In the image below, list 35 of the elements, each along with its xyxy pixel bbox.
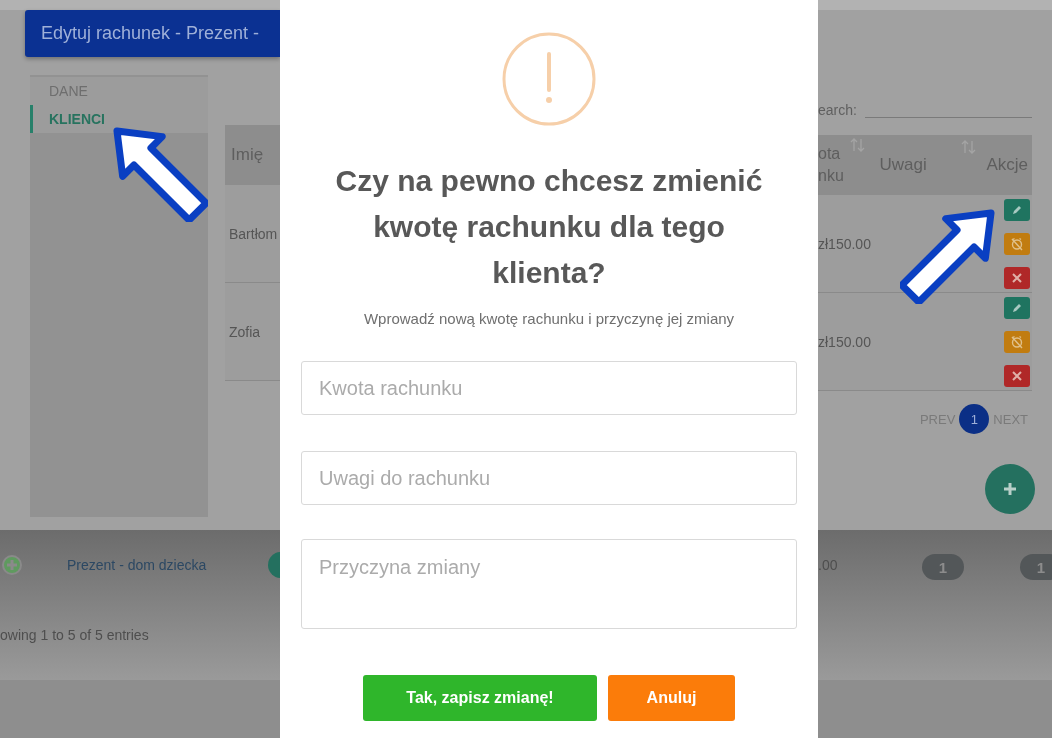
table-cell: Zofia xyxy=(229,323,261,340)
tab[interactable]: KLIENCI xyxy=(30,105,208,133)
cancel-button[interactable] xyxy=(1004,232,1030,255)
edit-button[interactable] xyxy=(1004,198,1030,221)
input-field[interactable]: Kwota rachunku xyxy=(301,361,797,415)
table-link[interactable]: Prezent - dom dziecka xyxy=(67,557,207,573)
count-badge: 1 xyxy=(1020,554,1052,580)
modal-title: Czy na pewno chcesz zmienić kwotę rachunku dla tego klienta? xyxy=(334,163,764,291)
plus-circle-icon[interactable] xyxy=(1,554,23,576)
warning-icon xyxy=(502,32,596,126)
clock-slash-icon xyxy=(1010,236,1024,251)
close-icon xyxy=(1011,369,1023,382)
table-cell: zł150.00 xyxy=(818,235,871,252)
delete-button[interactable] xyxy=(1004,364,1030,387)
search-label: earch: xyxy=(818,102,857,118)
edit-button[interactable] xyxy=(1004,296,1030,319)
close-icon xyxy=(1011,271,1023,284)
confirm-button[interactable]: Tak, zapisz zmianę! xyxy=(363,675,597,721)
textarea-field[interactable]: Przyczyna zmiany xyxy=(301,539,797,629)
input-field[interactable]: Uwagi do rachunku xyxy=(301,451,797,505)
pencil-icon xyxy=(1011,203,1023,216)
delete-button[interactable] xyxy=(1004,266,1030,289)
cancel-button[interactable]: Anuluj xyxy=(608,675,735,721)
table-cell: zł150.00 xyxy=(818,333,871,350)
add-button[interactable] xyxy=(985,464,1035,514)
table-cell: Bartłom xyxy=(229,225,278,242)
pencil-icon xyxy=(1011,301,1023,314)
cancel-button[interactable] xyxy=(1004,330,1030,353)
dialog-title: Edytuj rachunek - Prezent - xyxy=(41,23,260,44)
entries-info: owing 1 to 5 of 5 entries xyxy=(0,627,149,643)
clock-slash-icon xyxy=(1010,334,1024,349)
page-button[interactable]: 1 xyxy=(959,404,990,434)
plus-icon xyxy=(1003,482,1017,496)
modal-text: Wprowadź nową kwotę rachunku i przyczynę jej zmiany xyxy=(363,310,735,327)
count-badge: 1 xyxy=(922,554,964,580)
